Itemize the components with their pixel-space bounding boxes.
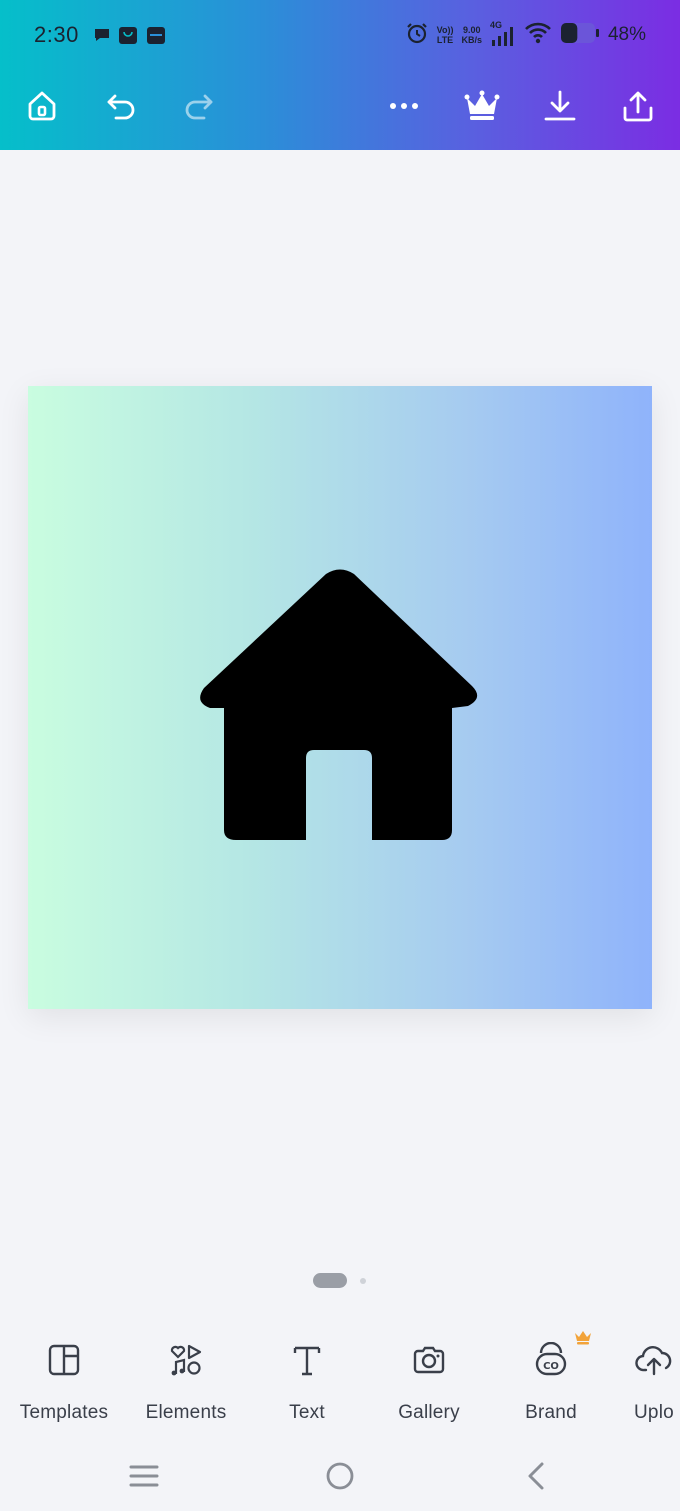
lte-label: LTE [436, 35, 454, 45]
battery-icon [560, 22, 600, 49]
page-indicator [0, 1273, 680, 1289]
nav-elements-label: Elements [145, 1402, 227, 1423]
undo-icon [107, 94, 135, 120]
share-icon [623, 91, 653, 122]
undo-button[interactable] [102, 86, 142, 126]
volte-label: Vo)) [436, 25, 454, 35]
editor-canvas-area[interactable] [0, 150, 680, 1310]
nav-templates-label: Templates [19, 1402, 109, 1423]
templates-icon [44, 1340, 84, 1380]
svg-text:CO: CO [543, 1361, 559, 1372]
battery-percent: 48% [607, 24, 646, 45]
share-button[interactable] [618, 86, 658, 126]
home-icon [28, 91, 56, 121]
volte-indicator: Vo)) LTE [437, 25, 454, 45]
nav-brand-label: Brand [525, 1402, 577, 1423]
nav-elements[interactable]: Elements [138, 1340, 234, 1430]
bottom-toolbar: Templates Elements Text Gallery CO Brand… [0, 1330, 680, 1430]
download-button[interactable] [540, 86, 580, 126]
vivo-notification-icon [146, 25, 166, 45]
brand-icon: CO [531, 1331, 591, 1380]
nav-uploads-label: Uplo [634, 1402, 674, 1423]
nav-uploads[interactable]: Uplo [634, 1340, 680, 1430]
page-indicator-dot[interactable] [360, 1278, 366, 1284]
alarm-icon [405, 21, 429, 50]
premium-button[interactable] [462, 86, 502, 126]
system-navigation-bar [0, 1440, 680, 1511]
circle-home-icon [326, 1462, 354, 1490]
system-back-button[interactable] [516, 1456, 556, 1496]
nav-templates[interactable]: Templates [14, 1340, 114, 1430]
status-right-group: Vo)) LTE 9.00 KB/s 4G 48% [405, 20, 646, 50]
shopping-bag-notification-icon [118, 25, 138, 45]
wifi-icon [524, 21, 552, 50]
more-options-button[interactable] [384, 86, 424, 126]
redo-button[interactable] [178, 86, 218, 126]
top-header: 2:30 Vo)) LTE 9.00 KB/s 4G 48% [0, 0, 680, 150]
net-speed-value: 9.00 [462, 25, 481, 35]
camera-icon [409, 1340, 449, 1380]
recent-apps-button[interactable] [124, 1456, 164, 1496]
home-button[interactable] [22, 86, 62, 126]
premium-crown-icon [575, 1331, 591, 1345]
redo-icon [185, 94, 213, 120]
text-icon [287, 1340, 327, 1380]
download-icon [544, 90, 576, 121]
signal-bars-icon [491, 27, 513, 46]
design-page[interactable] [28, 386, 652, 1009]
nav-gallery[interactable]: Gallery [388, 1340, 470, 1430]
more-icon [390, 103, 418, 109]
crown-icon [464, 90, 500, 120]
house-icon[interactable] [196, 568, 484, 844]
cell-signal: 4G [490, 20, 516, 48]
chat-notification-icon [92, 25, 112, 45]
status-time: 2:30 [34, 22, 79, 47]
menu-icon [129, 1465, 159, 1487]
status-bar: 2:30 Vo)) LTE 9.00 KB/s 4G 48% [0, 0, 680, 70]
nav-text-label: Text [289, 1402, 325, 1423]
nav-text[interactable]: Text [272, 1340, 342, 1430]
elements-icon [166, 1340, 206, 1380]
nav-gallery-label: Gallery [398, 1402, 460, 1423]
system-home-button[interactable] [320, 1456, 360, 1496]
page-indicator-active[interactable] [313, 1273, 347, 1288]
back-chevron-icon [528, 1462, 544, 1490]
nav-brand[interactable]: CO Brand [514, 1331, 591, 1430]
net-speed-unit: KB/s [461, 35, 482, 45]
upload-icon [634, 1340, 674, 1380]
net-speed: 9.00 KB/s [461, 25, 482, 45]
